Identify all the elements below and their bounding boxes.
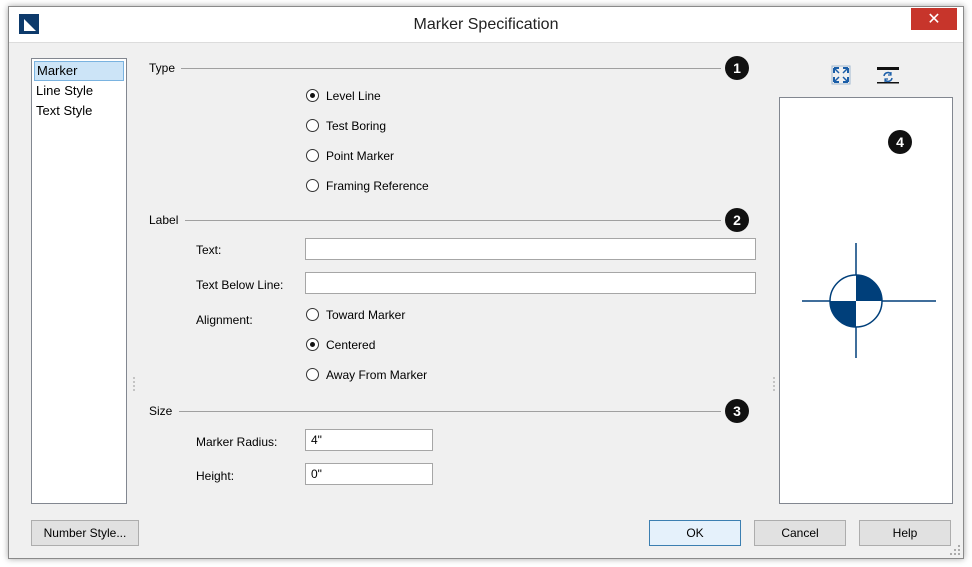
title-bar[interactable]: Marker Specification ✕ xyxy=(9,7,963,43)
splitter-right[interactable] xyxy=(773,377,777,391)
callout-badge-2: 2 xyxy=(725,208,749,232)
height-input[interactable]: 0" xyxy=(305,463,433,485)
resize-grip-icon[interactable] xyxy=(950,545,960,555)
marker-radius-input[interactable]: 4" xyxy=(305,429,433,451)
cancel-button[interactable]: Cancel xyxy=(754,520,846,546)
label-section-label: Label xyxy=(149,213,179,227)
radio-button[interactable] xyxy=(306,119,319,132)
radio-label: Framing Reference xyxy=(326,179,429,193)
number-style-button[interactable]: Number Style... xyxy=(31,520,139,546)
height-label: Height: xyxy=(196,469,235,483)
text-field-label: Text: xyxy=(196,243,222,257)
close-button[interactable]: ✕ xyxy=(911,8,957,30)
swap-icon[interactable] xyxy=(876,65,900,85)
sidebar-item-marker[interactable]: Marker xyxy=(34,61,124,81)
category-list[interactable]: Marker Line Style Text Style xyxy=(31,58,127,504)
radio-button[interactable] xyxy=(306,368,319,381)
size-section-divider xyxy=(179,411,721,412)
label-section-divider xyxy=(185,220,721,221)
radio-label: Centered xyxy=(326,338,376,352)
radio-label: Test Boring xyxy=(326,119,387,133)
dialog-window: Marker Specification ✕ Marker Line Style… xyxy=(8,6,964,559)
text-below-line-label: Text Below Line: xyxy=(196,278,284,292)
size-section-label: Size xyxy=(149,404,173,418)
splitter-left[interactable] xyxy=(133,377,137,391)
level-line-marker-icon xyxy=(802,243,936,358)
radio-label: Away From Marker xyxy=(326,368,428,382)
radio-button[interactable] xyxy=(306,338,319,351)
help-button[interactable]: Help xyxy=(859,520,951,546)
text-input[interactable] xyxy=(305,238,756,260)
window-title: Marker Specification xyxy=(413,16,559,33)
marker-radius-label: Marker Radius: xyxy=(196,435,278,449)
sidebar-item-line-style[interactable]: Line Style xyxy=(32,81,126,101)
alignment-label: Alignment: xyxy=(196,313,253,327)
callout-badge-3: 3 xyxy=(725,399,749,423)
text-below-line-input[interactable] xyxy=(305,272,756,294)
preview-pane[interactable]: 4 xyxy=(779,97,953,504)
radio-label: Toward Marker xyxy=(326,308,406,322)
radio-label: Level Line xyxy=(326,89,381,103)
type-section-label: Type xyxy=(149,61,176,75)
radio-button[interactable] xyxy=(306,149,319,162)
type-section-divider xyxy=(181,68,721,69)
callout-badge-1: 1 xyxy=(725,56,749,80)
radio-button[interactable] xyxy=(306,89,319,102)
radio-label: Point Marker xyxy=(326,149,395,163)
sidebar-item-text-style[interactable]: Text Style xyxy=(32,101,126,121)
ok-button[interactable]: OK xyxy=(649,520,741,546)
radio-button[interactable] xyxy=(306,308,319,321)
callout-badge-4: 4 xyxy=(888,130,912,154)
radio-button[interactable] xyxy=(306,179,319,192)
fit-view-icon[interactable] xyxy=(831,65,851,85)
